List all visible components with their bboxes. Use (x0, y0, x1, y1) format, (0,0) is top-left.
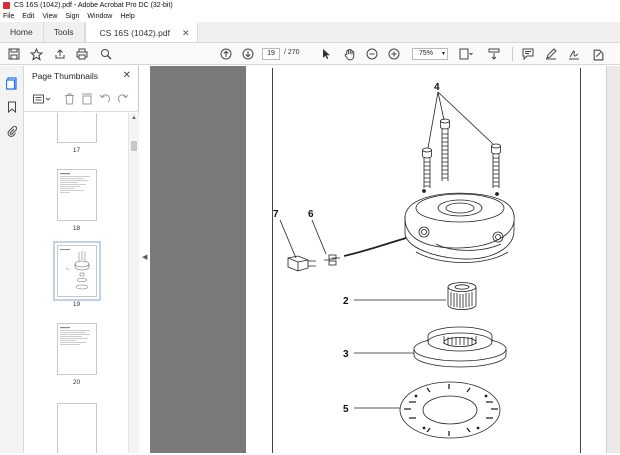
menu-view[interactable]: View (42, 13, 57, 20)
page-total: / 270 (284, 49, 300, 56)
tab-home[interactable]: Home (0, 22, 44, 42)
thumbnail-list: 17 18 19 20 (24, 113, 129, 453)
menu-help[interactable]: Help (120, 13, 134, 20)
thumbnail-scrollbar[interactable]: ▲ (128, 113, 139, 453)
pdf-page: 4 7 6 2 3 5 (246, 66, 606, 453)
print-icon[interactable] (74, 46, 90, 62)
thumbnail-page-19[interactable] (53, 241, 101, 301)
callout-3: 3 (343, 349, 349, 360)
bolt (440, 118, 450, 181)
toolbar-divider (512, 47, 513, 61)
tab-document-label: CS 16S (1042).pdf (99, 28, 170, 38)
tab-tools-label: Tools (53, 27, 74, 37)
menu-window[interactable]: Window (87, 13, 112, 20)
thumbnail-page-18[interactable] (57, 169, 97, 221)
callout-7: 7 (273, 209, 279, 220)
panel-toolbar (24, 86, 139, 112)
panel-title: Page Thumbnails (32, 71, 98, 81)
thumbnail-preview (60, 249, 90, 290)
insert-page-icon[interactable] (80, 92, 94, 106)
document-viewport[interactable]: 4 7 6 2 3 5 (150, 66, 620, 453)
thumbnail-page-20[interactable] (57, 323, 97, 375)
bolt (491, 143, 501, 188)
tab-tools[interactable]: Tools (44, 22, 85, 42)
collapse-arrow-icon[interactable]: ◀ (142, 253, 147, 261)
share-tools-icon[interactable] (590, 46, 606, 62)
bushing (447, 282, 477, 310)
bookmark-icon[interactable] (5, 100, 19, 114)
acrobat-app-icon (3, 2, 10, 9)
page-display-icon[interactable] (458, 46, 474, 62)
thumbnail-options-icon[interactable] (32, 92, 52, 106)
menu-bar: File Edit View Sign Window Help (0, 11, 620, 22)
page-thumbnails-icon[interactable] (5, 76, 19, 90)
menu-file[interactable]: File (3, 13, 14, 20)
left-navigation-rail (0, 66, 24, 453)
attachment-icon[interactable] (5, 124, 19, 138)
previous-page-icon[interactable] (218, 46, 234, 62)
scroll-up-icon[interactable]: ▲ (131, 115, 137, 121)
pulley (413, 326, 507, 368)
toolbar: 19 / 270 75% ▾ (0, 43, 620, 65)
menu-edit[interactable]: Edit (22, 13, 34, 20)
rotate-left-icon[interactable] (98, 92, 112, 106)
thumbnail-label: 19 (72, 301, 81, 308)
thumbnails-panel: Page Thumbnails ✕ 17 18 19 20 ▲ (24, 66, 139, 453)
tab-close-icon[interactable]: ✕ (182, 28, 190, 39)
tab-bar: Home Tools CS 16S (1042).pdf ✕ (0, 22, 620, 43)
thumbnail-label: 17 (72, 147, 81, 154)
comment-icon[interactable] (520, 46, 536, 62)
save-icon[interactable] (6, 46, 22, 62)
title-bar: CS 16S (1042).pdf - Adobe Acrobat Pro DC… (0, 0, 620, 11)
zoom-value: 75% (419, 50, 434, 57)
menu-sign[interactable]: Sign (65, 13, 79, 20)
zoom-out-icon[interactable] (364, 46, 380, 62)
rotate-right-icon[interactable] (116, 92, 130, 106)
callout-2: 2 (343, 296, 349, 307)
panel-collapse-handle[interactable]: ◀ (139, 66, 150, 453)
upload-icon[interactable] (52, 46, 68, 62)
page-number-input[interactable]: 19 (262, 48, 280, 60)
window-title: CS 16S (1042).pdf - Adobe Acrobat Pro DC… (14, 2, 173, 9)
bookmark-star-icon[interactable] (28, 46, 44, 62)
exploded-parts-diagram: 4 7 6 2 3 5 (273, 82, 515, 439)
scrollbar-thumb[interactable] (131, 141, 137, 151)
select-cursor-icon[interactable] (318, 46, 334, 62)
tab-home-label: Home (10, 27, 33, 37)
plate (399, 381, 501, 439)
callout-4: 4 (434, 82, 440, 93)
clutch-housing (404, 189, 515, 263)
sign-icon[interactable] (566, 46, 582, 62)
zoom-in-icon[interactable] (386, 46, 402, 62)
delete-page-icon[interactable] (62, 92, 76, 106)
hand-tool-icon[interactable] (341, 46, 357, 62)
thumbnail-page-17[interactable] (57, 113, 97, 143)
connector (287, 255, 316, 272)
panel-header: Page Thumbnails ✕ (24, 66, 139, 86)
highlight-pen-icon[interactable] (543, 46, 559, 62)
next-page-icon[interactable] (240, 46, 256, 62)
tab-document[interactable]: CS 16S (1042).pdf ✕ (84, 22, 199, 42)
zoom-select[interactable]: 75% ▾ (412, 48, 448, 60)
callout-5: 5 (343, 404, 349, 415)
thumbnail-preview (60, 173, 90, 193)
bolt (422, 147, 432, 188)
thumbnail-preview (60, 327, 90, 345)
callout-6: 6 (308, 209, 314, 220)
thumbnail-label: 18 (72, 225, 81, 232)
chevron-down-icon: ▾ (441, 51, 445, 57)
panel-close-icon[interactable]: ✕ (123, 70, 131, 81)
thumbnail-label: 20 (72, 379, 81, 386)
scroll-mode-icon[interactable] (486, 46, 502, 62)
thumbnail-page-21[interactable] (57, 403, 97, 453)
search-icon[interactable] (98, 46, 114, 62)
right-pane-strip[interactable] (606, 66, 620, 453)
